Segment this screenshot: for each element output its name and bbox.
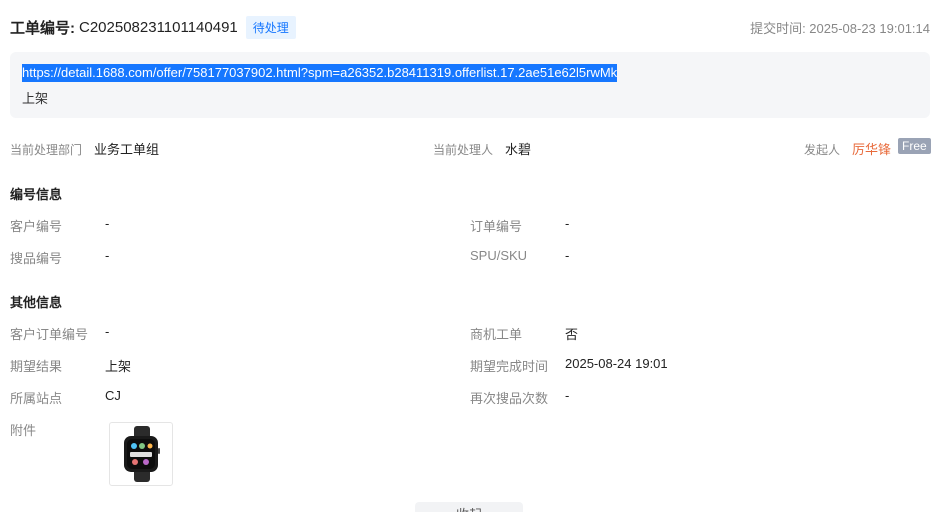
site-field: 所属站点 CJ (10, 388, 440, 406)
attachment-label: 附件 (10, 423, 37, 438)
status-badge: 待处理 (245, 15, 296, 39)
research-count-field: 再次搜品次数 - (470, 388, 910, 406)
search-no-label: 搜品编号 (10, 251, 63, 266)
site-value: CJ (105, 388, 121, 403)
customer-no-field: 客户编号 - (10, 216, 440, 234)
search-no-value: - (105, 248, 110, 263)
site-label: 所属站点 (10, 391, 63, 406)
attachment-field: 附件 (10, 420, 100, 438)
url-subtext: 上架 (22, 91, 49, 106)
customer-order-field: 客户订单编号 - (10, 324, 440, 342)
expected-time-label: 期望完成时间 (470, 359, 549, 374)
dept-value: 业务工单组 (94, 142, 160, 157)
expected-result-label: 期望结果 (10, 359, 63, 374)
ticket-number: C202508231101140491 (79, 18, 238, 36)
offer-url-link[interactable]: https://detail.1688.com/offer/7581770379… (22, 64, 618, 82)
free-tag: Free (898, 138, 931, 154)
handler-row: 当前处理部门 业务工单组 当前处理人 水碧 发起人 厉华锋 Free (10, 138, 931, 158)
collapse-button[interactable]: 收起 (415, 502, 523, 512)
smartwatch-image (124, 426, 160, 482)
research-count-value: - (565, 388, 570, 403)
search-no-field: 搜品编号 - (10, 248, 440, 266)
order-no-field: 订单编号 - (470, 216, 910, 234)
customer-no-label: 客户编号 (10, 219, 63, 234)
research-count-label: 再次搜品次数 (470, 391, 549, 406)
customer-order-value: - (105, 324, 110, 339)
customer-no-value: - (105, 216, 110, 231)
spu-sku-field: SPU/SKU - (470, 248, 910, 266)
expected-result-value: 上架 (105, 359, 132, 374)
biz-ticket-label: 商机工单 (470, 327, 523, 342)
expected-result-field: 期望结果 上架 (10, 356, 440, 374)
expected-time-field: 期望完成时间 2025-08-24 19:01 (470, 356, 910, 374)
customer-order-label: 客户订单编号 (10, 327, 89, 342)
person-value: 水碧 (505, 142, 532, 157)
spu-sku-value: - (565, 248, 570, 263)
other-section-title: 其他信息 (10, 295, 63, 310)
initiator-label: 发起人 (804, 143, 841, 157)
submit-time: 提交时间: 2025-08-23 19:01:14 (750, 20, 930, 36)
order-no-value: - (565, 216, 570, 231)
numbering-section-title: 编号信息 (10, 187, 63, 202)
dept-label: 当前处理部门 (10, 143, 83, 157)
biz-ticket-value: 否 (565, 327, 579, 342)
biz-ticket-field: 商机工单 否 (470, 324, 910, 342)
ticket-number-label: 工单编号: (10, 19, 75, 37)
order-no-label: 订单编号 (470, 219, 523, 234)
spu-sku-label: SPU/SKU (470, 248, 528, 263)
person-label: 当前处理人 (433, 143, 494, 157)
expected-time-value: 2025-08-24 19:01 (565, 356, 668, 371)
initiator-name[interactable]: 厉华锋 (852, 139, 891, 158)
url-box: https://detail.1688.com/offer/7581770379… (10, 52, 930, 118)
ticket-header: 工单编号: C202508231101140491 待处理 提交时间: 2025… (10, 14, 930, 40)
attachment-thumbnail[interactable] (109, 422, 173, 486)
